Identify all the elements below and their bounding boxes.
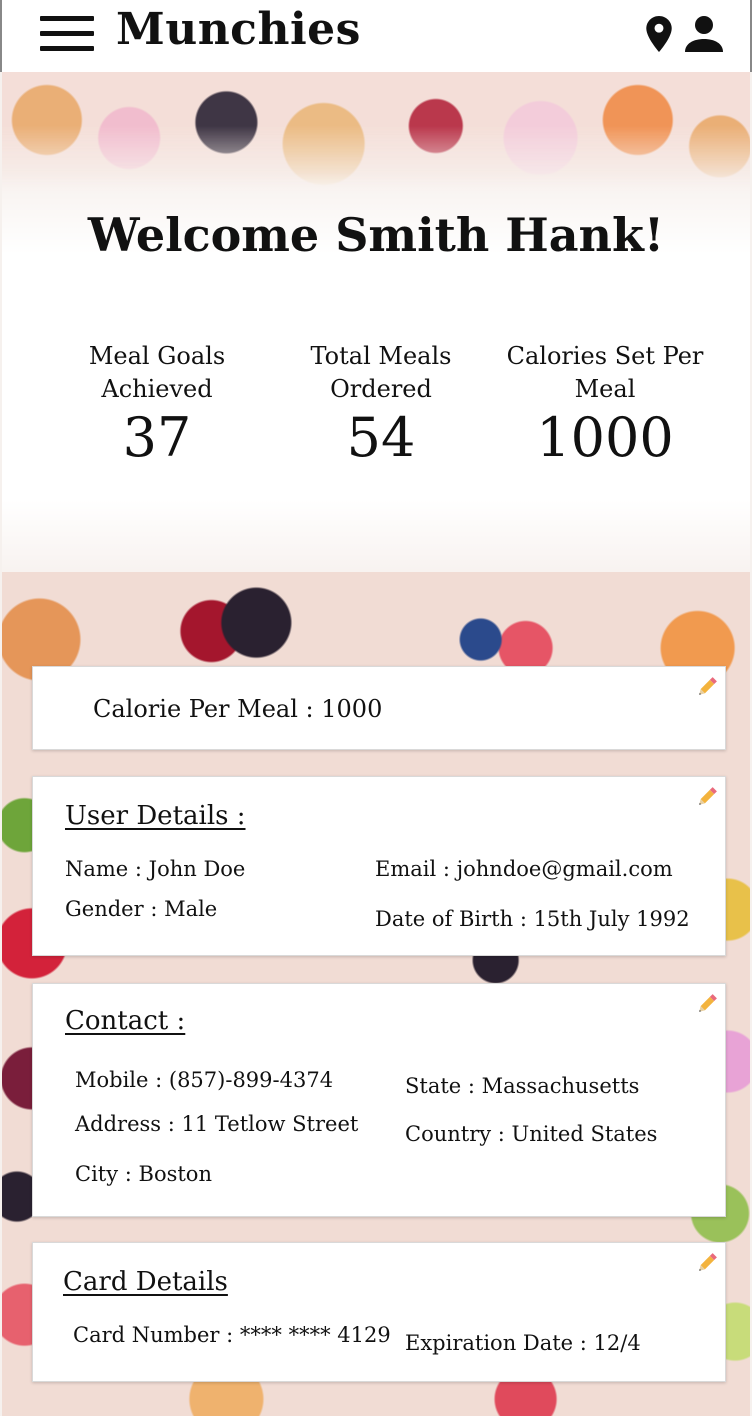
contact-city: City : Boston	[75, 1162, 212, 1186]
contact-state: State : Massachusetts	[405, 1074, 640, 1098]
user-name: Name : John Doe	[65, 857, 246, 881]
contact-country: Country : United States	[405, 1122, 658, 1146]
app-title[interactable]: Munchies	[116, 4, 361, 55]
card-expiration: Expiration Date : 12/4	[405, 1331, 641, 1355]
pencil-icon[interactable]	[695, 992, 719, 1020]
user-email: Email : johndoe@gmail.com	[375, 857, 673, 881]
contact-card: Contact : Mobile : (857)-899-4374 Addres…	[32, 983, 726, 1217]
calorie-card: Calorie Per Meal : 1000	[32, 666, 726, 750]
stat-label: Total Meals Ordered	[310, 342, 452, 403]
user-details-card: User Details : Name : John Doe Gender : …	[32, 776, 726, 956]
stat-value: 54	[346, 406, 416, 469]
user-icon[interactable]	[685, 16, 723, 56]
card-details-card: Card Details Card Number : **** **** 412…	[32, 1242, 726, 1382]
user-gender: Gender : Male	[65, 897, 218, 921]
contact-address: Address : 11 Tetlow Street	[75, 1112, 359, 1136]
contact-heading: Contact :	[65, 1006, 186, 1036]
contact-mobile: Mobile : (857)-899-4374	[75, 1068, 334, 1092]
pencil-icon[interactable]	[695, 1251, 719, 1279]
stat-total-meals: Total Meals Ordered 54	[276, 340, 486, 470]
card-details-heading: Card Details	[63, 1267, 228, 1297]
hamburger-menu-icon[interactable]	[40, 16, 94, 52]
stat-meal-goals: Meal Goals Achieved 37	[52, 340, 262, 470]
stats-row: Meal Goals Achieved 37 Total Meals Order…	[0, 340, 752, 490]
calorie-per-meal-text: Calorie Per Meal : 1000	[93, 695, 383, 723]
location-pin-icon[interactable]	[646, 16, 672, 56]
stat-value: 37	[122, 406, 192, 469]
welcome-heading: Welcome Smith Hank!	[87, 208, 665, 262]
user-dob: Date of Birth : 15th July 1992	[375, 907, 690, 931]
top-navbar: Munchies	[0, 0, 752, 72]
stat-value: 1000	[536, 406, 674, 469]
stat-label: Meal Goals Achieved	[88, 342, 226, 403]
stat-calories: Calories Set Per Meal 1000	[500, 340, 710, 470]
stat-label: Calories Set Per Meal	[506, 342, 704, 403]
user-details-heading: User Details :	[65, 801, 246, 831]
pencil-icon[interactable]	[695, 785, 719, 813]
pencil-icon[interactable]	[695, 675, 719, 703]
card-number: Card Number : **** **** 4129	[73, 1323, 391, 1347]
